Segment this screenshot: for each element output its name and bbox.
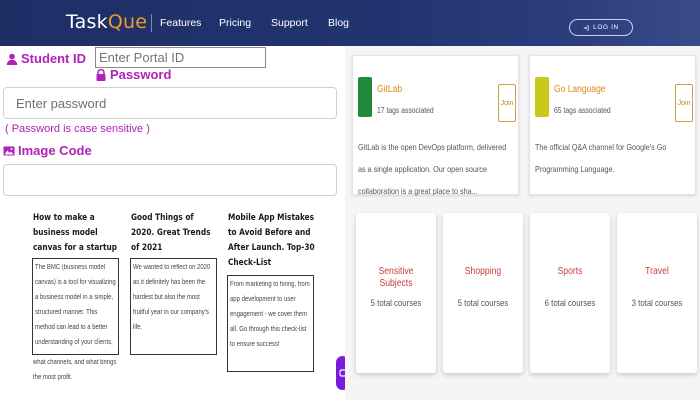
category-name: Sensitive Subjects [378,265,414,289]
blog-excerpt-3-text: From marketing to hiring, from app devel… [230,281,310,348]
tag-card-go-language[interactable]: Go Language 65 tags associated Join The … [529,55,696,195]
tag-name: GitLab [377,84,403,95]
category-name: Sports [557,265,583,277]
top-nav-bar: TaskQue Features Pricing Support Blog LO… [0,0,700,46]
category-name: Travel [645,265,669,277]
login-label: LOG IN [593,24,619,31]
taskque-logo[interactable]: TaskQue [66,11,147,33]
blog-excerpt-1-text: The BMC (business model canvas) is a too… [35,264,116,346]
student-id-label: Student ID [6,51,86,66]
category-count: 6 total courses [544,298,596,309]
login-button[interactable]: LOG IN [569,19,633,36]
category-count: 5 total courses [370,298,422,309]
category-card-shopping[interactable]: Shopping 5 total courses [443,213,523,373]
login-icon [583,24,589,31]
gitlab-logo-icon [358,77,372,117]
password-input[interactable] [3,87,337,119]
blog-excerpt-1-tail: what channels, and what brings the most … [33,359,117,381]
category-name: Shopping [464,265,502,277]
nav-support[interactable]: Support [271,17,308,29]
blog-excerpt-1: The BMC (business model canvas) is a too… [32,258,119,355]
category-card-travel[interactable]: Travel 3 total courses [617,213,697,373]
blog-excerpt-3: From marketing to hiring, from app devel… [227,275,314,372]
nav-blog[interactable]: Blog [328,17,349,29]
password-text: Password [110,67,172,82]
logo-text: Task [66,11,108,33]
header-divider [151,14,152,32]
lock-icon [96,68,106,81]
blog-title-3[interactable]: Mobile App Mistakes to Avoid Before and … [228,211,321,271]
blog-title-2[interactable]: Good Things of 2020. Great Trends of 202… [131,211,213,256]
image-code-text: Image Code [18,143,92,158]
image-icon [3,146,15,155]
blog-title-1[interactable]: How to make a business model canvas for … [33,211,125,256]
page: TaskQue Features Pricing Support Blog LO… [0,0,700,400]
join-button[interactable]: Join [675,84,693,122]
category-card-sports[interactable]: Sports 6 total courses [530,213,610,373]
password-label: Password [95,67,171,82]
category-count: 5 total courses [457,298,509,309]
portal-id-input[interactable] [95,47,266,68]
tag-name: Go Language [554,84,606,95]
tag-description: GitLab is the open DevOps platform, deli… [358,142,507,196]
logo-accent-text: Que [107,11,148,33]
nav-features[interactable]: Features [160,17,201,29]
blog-excerpt-2-text: We wanted to reflect on 2020 as it defin… [133,264,211,331]
tag-count: 65 tags associated [554,106,611,115]
go-language-logo-icon [535,77,549,117]
case-sensitive-note: ( Password is case sensitive ) [5,123,150,135]
user-icon [6,53,18,65]
category-card-sensitive-subjects[interactable]: Sensitive Subjects 5 total courses [356,213,436,373]
tag-description: The official Q&A channel for Google's Go… [535,142,667,174]
category-count: 3 total courses [631,298,683,309]
student-id-text: Student ID [21,51,86,66]
image-code-label: Image Code [3,143,92,158]
join-button[interactable]: Join [498,84,516,122]
tag-card-gitlab[interactable]: GitLab 17 tags associated Join GitLab is… [352,55,519,196]
tag-count: 17 tags associated [377,106,434,115]
nav-pricing[interactable]: Pricing [219,17,251,29]
blog-excerpt-2: We wanted to reflect on 2020 as it defin… [130,258,217,355]
image-code-input[interactable] [3,164,337,196]
